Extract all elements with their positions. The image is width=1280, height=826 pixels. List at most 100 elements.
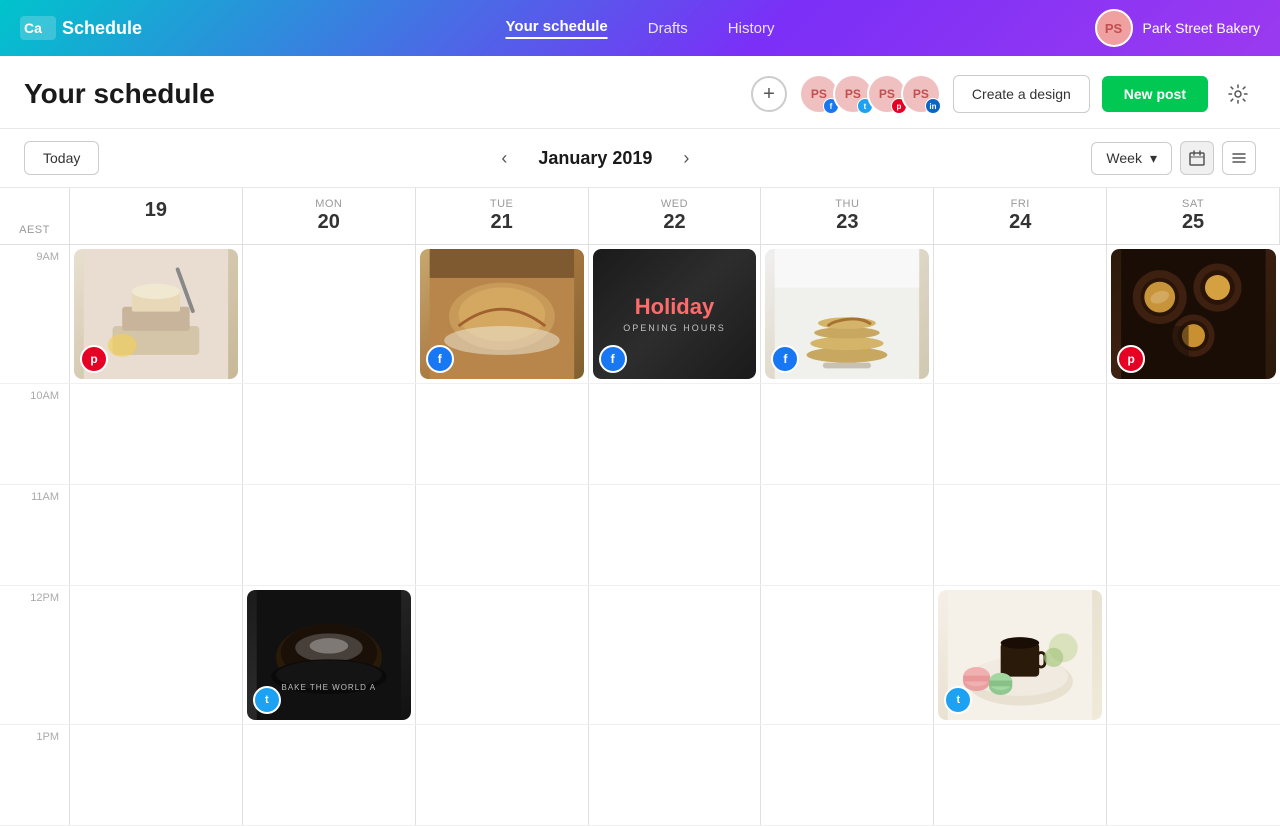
cell-sat-10am[interactable] (1107, 384, 1280, 484)
day-header-fri: Fri 24 (934, 188, 1107, 244)
cell-sat-12pm[interactable] (1107, 586, 1280, 724)
list-icon (1231, 150, 1247, 166)
cell-sun-1pm[interactable] (70, 725, 243, 825)
cell-mon-9am[interactable] (243, 245, 416, 383)
cell-fri-10am[interactable] (934, 384, 1107, 484)
calendar-icon (1189, 150, 1205, 166)
nav-history[interactable]: History (728, 20, 775, 37)
cell-thu-12pm[interactable] (761, 586, 934, 724)
post-social-twitter-mon: t (253, 686, 281, 714)
cell-wed-1pm[interactable] (589, 725, 762, 825)
cell-wed-9am[interactable]: Holiday OPENING HOURS f (589, 245, 762, 383)
post-card-thu-9am[interactable]: f (765, 249, 929, 379)
cell-thu-9am[interactable]: f (761, 245, 934, 383)
calendar-month: January 2019 (530, 148, 660, 169)
svg-text:Ca: Ca (24, 20, 42, 36)
main-nav: Your schedule Drafts History (506, 18, 775, 39)
logo-text: Schedule (62, 18, 142, 39)
post-social-pinterest: p (80, 345, 108, 373)
cell-sat-11am[interactable] (1107, 485, 1280, 585)
canva-logo-icon: Ca (20, 16, 56, 40)
day-header-thu: Thu 23 (761, 188, 934, 244)
sub-header: Your schedule + PS f PS t PS p (0, 56, 1280, 129)
chevron-down-icon: ▾ (1150, 150, 1157, 167)
week-view-select[interactable]: Week ▾ (1091, 142, 1172, 175)
time-label-9am: 9AM (0, 245, 70, 383)
calendar-header-row: AEST 19 Mon 20 Tue 21 Wed 22 Th (0, 188, 1280, 245)
header-right: PS Park Street Bakery (1095, 9, 1261, 47)
calendar-view-button[interactable] (1180, 141, 1214, 175)
cell-sun-9am[interactable]: p (70, 245, 243, 383)
prev-arrow[interactable]: ‹ (490, 144, 518, 172)
cell-sun-10am[interactable] (70, 384, 243, 484)
time-row-1pm: 1PM (0, 725, 1280, 826)
cell-fri-12pm[interactable]: t (934, 586, 1107, 724)
new-post-button[interactable]: New post (1102, 76, 1208, 112)
cell-tue-11am[interactable] (416, 485, 589, 585)
avatar[interactable]: PS (1095, 9, 1133, 47)
social-accounts-list: PS f PS t PS p PS in (799, 74, 941, 114)
cell-fri-9am[interactable] (934, 245, 1107, 383)
gear-icon (1228, 84, 1248, 104)
cell-tue-9am[interactable]: f (416, 245, 589, 383)
today-button[interactable]: Today (24, 141, 99, 175)
day-header-sat: Sat 25 (1107, 188, 1280, 244)
timezone-label: AEST (0, 188, 70, 244)
post-card-fri-12pm[interactable]: t (938, 590, 1102, 720)
cell-sun-12pm[interactable] (70, 586, 243, 724)
cell-wed-10am[interactable] (589, 384, 762, 484)
day-header-tue: Tue 21 (416, 188, 589, 244)
post-social-pinterest-sat: p (1117, 345, 1145, 373)
cell-tue-10am[interactable] (416, 384, 589, 484)
cell-fri-11am[interactable] (934, 485, 1107, 585)
nav-your-schedule[interactable]: Your schedule (506, 18, 608, 39)
calendar-body: 9AM (0, 245, 1280, 826)
time-row-10am: 10AM (0, 384, 1280, 485)
cell-wed-11am[interactable] (589, 485, 762, 585)
calendar-nav: ‹ January 2019 › (490, 144, 700, 172)
social-account-li[interactable]: PS in (901, 74, 941, 114)
post-card-wed-9am[interactable]: Holiday OPENING HOURS f (593, 249, 757, 379)
page-title: Your schedule (24, 78, 751, 110)
post-card-sat-9am[interactable]: p (1111, 249, 1276, 379)
add-account-button[interactable]: + (751, 76, 787, 112)
time-label-1pm: 1PM (0, 725, 70, 825)
cell-sat-1pm[interactable] (1107, 725, 1280, 825)
cell-mon-1pm[interactable] (243, 725, 416, 825)
li-badge: in (925, 98, 941, 114)
cell-fri-1pm[interactable] (934, 725, 1107, 825)
cell-mon-10am[interactable] (243, 384, 416, 484)
cell-tue-1pm[interactable] (416, 725, 589, 825)
time-row-11am: 11AM (0, 485, 1280, 586)
day-header-wed: Wed 22 (589, 188, 762, 244)
post-social-facebook-tue: f (426, 345, 454, 373)
post-social-facebook-wed: f (599, 345, 627, 373)
logo[interactable]: Ca Schedule (20, 16, 142, 40)
post-card-tue-9am[interactable]: f (420, 249, 584, 379)
time-label-10am: 10AM (0, 384, 70, 484)
time-row-9am: 9AM (0, 245, 1280, 384)
calendar-toolbar: Today ‹ January 2019 › Week ▾ (0, 129, 1280, 188)
cell-sun-11am[interactable] (70, 485, 243, 585)
create-design-button[interactable]: Create a design (953, 75, 1090, 113)
post-card-mon-12pm[interactable]: BAKE THE WORLD A Better place t (247, 590, 411, 720)
time-label-11am: 11AM (0, 485, 70, 585)
next-arrow[interactable]: › (672, 144, 700, 172)
user-name: Park Street Bakery (1143, 20, 1261, 36)
cell-thu-11am[interactable] (761, 485, 934, 585)
calendar-grid: AEST 19 Mon 20 Tue 21 Wed 22 Th (0, 188, 1280, 826)
cell-tue-12pm[interactable] (416, 586, 589, 724)
list-view-button[interactable] (1222, 141, 1256, 175)
cell-sat-9am[interactable]: p (1107, 245, 1280, 383)
cell-mon-11am[interactable] (243, 485, 416, 585)
view-controls: Week ▾ (1091, 141, 1256, 175)
cell-thu-1pm[interactable] (761, 725, 934, 825)
time-row-12pm: 12PM (0, 586, 1280, 725)
nav-drafts[interactable]: Drafts (648, 20, 688, 37)
cell-mon-12pm[interactable]: BAKE THE WORLD A Better place t (243, 586, 416, 724)
settings-button[interactable] (1220, 76, 1256, 112)
cell-wed-12pm[interactable] (589, 586, 762, 724)
cell-thu-10am[interactable] (761, 384, 934, 484)
post-card-sun-9am[interactable]: p (74, 249, 238, 379)
day-header-sun: 19 (70, 188, 243, 244)
